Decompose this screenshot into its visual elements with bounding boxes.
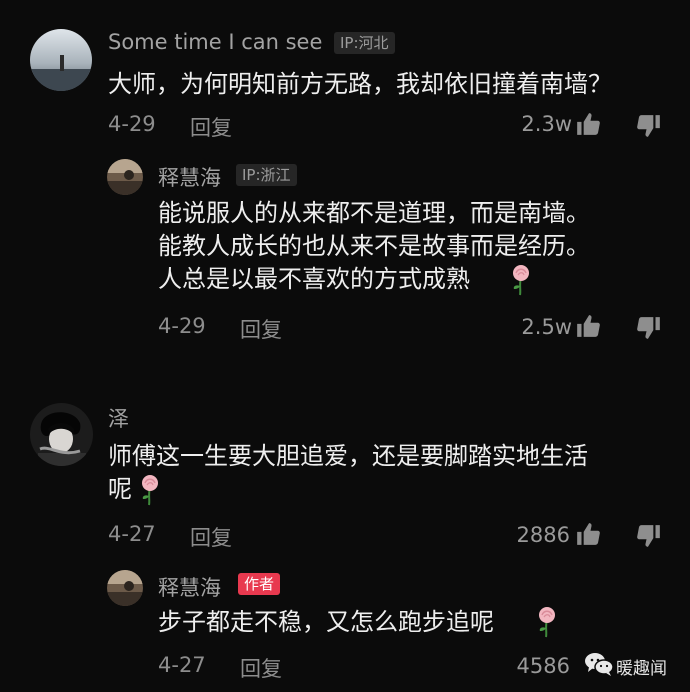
thumbs-down-icon[interactable] [636, 113, 662, 139]
avatar[interactable] [107, 570, 143, 606]
username[interactable]: 释慧海 [158, 572, 221, 602]
username[interactable]: 释慧海 [158, 162, 221, 192]
like-count: 2.5w [521, 315, 572, 339]
username[interactable]: Some time I can see [108, 30, 322, 54]
reply-button[interactable]: 回复 [240, 314, 282, 344]
author-badge: 作者 [238, 573, 281, 595]
ip-location-badge: IP:河北 [334, 32, 395, 54]
reply-date: 4-27 [158, 653, 206, 677]
thumbs-up-icon[interactable] [575, 111, 601, 137]
thumbs-up-icon[interactable] [575, 521, 601, 547]
avatar[interactable] [30, 29, 92, 91]
rose-icon [535, 606, 559, 638]
rose-icon [138, 474, 162, 506]
username[interactable]: 泽 [108, 403, 129, 433]
ip-location-badge: IP:浙江 [236, 164, 297, 186]
like-count: 4586 [516, 654, 570, 678]
like-count: 2886 [516, 523, 570, 547]
reply-date: 4-29 [158, 314, 206, 338]
rose-icon [509, 264, 533, 296]
reply-button[interactable]: 回复 [240, 653, 282, 683]
comment-date: 4-29 [108, 112, 156, 136]
reply-button[interactable]: 回复 [190, 522, 232, 552]
watermark-text: 暖趣闻 [616, 659, 667, 679]
comment-text: 师傅这一生要大胆追爱，还是要脚踏实地生活 呢 [108, 442, 588, 503]
like-count: 2.3w [521, 112, 572, 136]
avatar[interactable] [107, 159, 143, 195]
thumbs-down-icon[interactable] [636, 523, 662, 549]
reply-button[interactable]: 回复 [190, 112, 232, 142]
reply-text: 步子都走不稳，又怎么跑步追呢 [158, 608, 494, 636]
wechat-icon [584, 651, 614, 677]
comment-text: 大师，为何明知前方无路，我却依旧撞着南墙？ [108, 70, 612, 98]
thumbs-down-icon[interactable] [636, 315, 662, 341]
thumbs-up-icon[interactable] [575, 313, 601, 339]
comment-date: 4-27 [108, 522, 156, 546]
avatar[interactable] [30, 403, 93, 466]
